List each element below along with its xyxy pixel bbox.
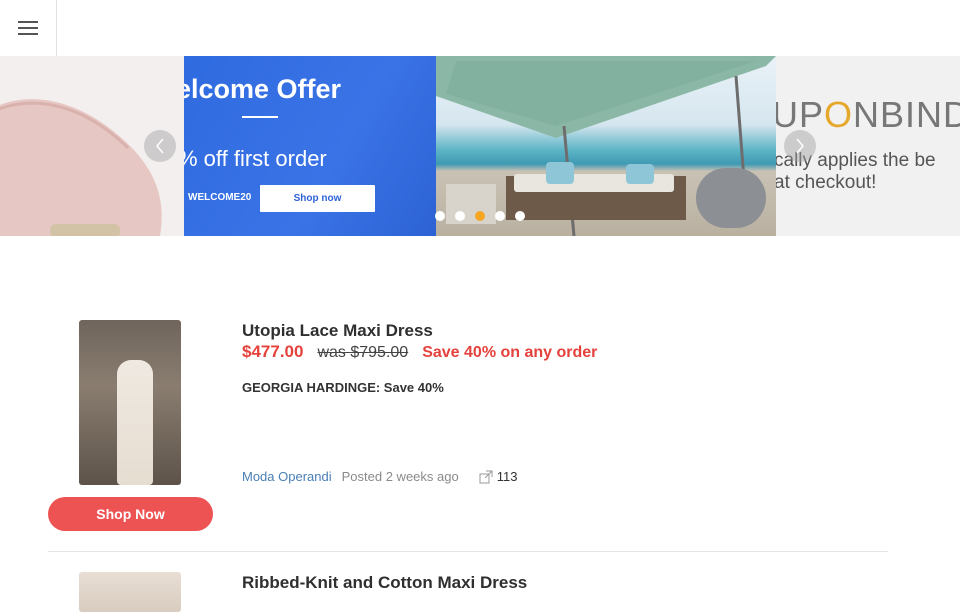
- coupon-tagline-line2: at checkout!: [776, 172, 877, 193]
- carousel-slide-welcome[interactable]: elcome Offer % off first order WELCOME20…: [184, 56, 436, 236]
- carousel-dots: [435, 211, 525, 221]
- welcome-shop-now-button[interactable]: Shop now: [260, 185, 375, 212]
- carousel-next-button[interactable]: [784, 130, 816, 162]
- promo-code: WELCOME20: [188, 192, 252, 203]
- top-bar: [0, 0, 960, 56]
- was-label: was: [317, 344, 346, 361]
- chevron-right-icon: [796, 138, 804, 154]
- deal-list: Shop Now Utopia Lace Maxi Dress $477.00 …: [48, 296, 888, 612]
- welcome-subtitle: % off first order: [184, 146, 327, 171]
- deal-description: GEORGIA HARDINGE: Save 40%: [242, 380, 444, 395]
- patio-shade-image: [436, 56, 776, 236]
- carousel-dot[interactable]: [495, 211, 505, 221]
- carousel-dot-active[interactable]: [475, 211, 485, 221]
- share-icon: [479, 470, 493, 483]
- carousel-prev-button[interactable]: [144, 130, 176, 162]
- deal-title[interactable]: Utopia Lace Maxi Dress: [242, 321, 433, 341]
- coupon-logo-suffix: NBIND: [853, 94, 960, 135]
- promo-carousel: elcome Offer % off first order WELCOME20…: [0, 56, 960, 236]
- deal-was-price: was $795.00: [317, 344, 408, 362]
- dress-image: [117, 360, 153, 485]
- shop-now-button[interactable]: Shop Now: [48, 497, 213, 531]
- deal-card: Shop Now Utopia Lace Maxi Dress $477.00 …: [48, 296, 888, 552]
- hamburger-menu-icon: [18, 21, 38, 35]
- deal-product-image[interactable]: [79, 320, 181, 485]
- share-button[interactable]: 113: [479, 469, 518, 484]
- deal-meta: Moda Operandi Posted 2 weeks ago 113: [242, 469, 517, 484]
- carousel-dot[interactable]: [435, 211, 445, 221]
- menu-button[interactable]: [0, 0, 57, 56]
- welcome-title: elcome Offer: [184, 74, 342, 104]
- was-amount: $795.00: [350, 344, 409, 361]
- carousel-dot[interactable]: [455, 211, 465, 221]
- share-count: 113: [496, 469, 518, 484]
- chevron-left-icon: [156, 138, 164, 154]
- store-link[interactable]: Moda Operandi: [242, 469, 332, 484]
- coupon-logo-prefix: UP: [776, 94, 825, 135]
- deal-card: Ribbed-Knit and Cotton Maxi Dress: [48, 552, 888, 612]
- carousel-dot[interactable]: [515, 211, 525, 221]
- posted-time: Posted 2 weeks ago: [341, 469, 459, 484]
- deal-price: $477.00: [242, 342, 304, 361]
- deal-title[interactable]: Ribbed-Knit and Cotton Maxi Dress: [242, 573, 527, 593]
- carousel-slide-patio[interactable]: [436, 56, 776, 236]
- deal-savings-note: Save 40% on any order: [422, 344, 598, 361]
- coupon-logo-o: O: [824, 94, 854, 135]
- welcome-divider: [242, 116, 278, 118]
- deal-prices: $477.00 was $795.00 Save 40% on any orde…: [242, 342, 597, 362]
- deal-product-image[interactable]: [79, 572, 181, 612]
